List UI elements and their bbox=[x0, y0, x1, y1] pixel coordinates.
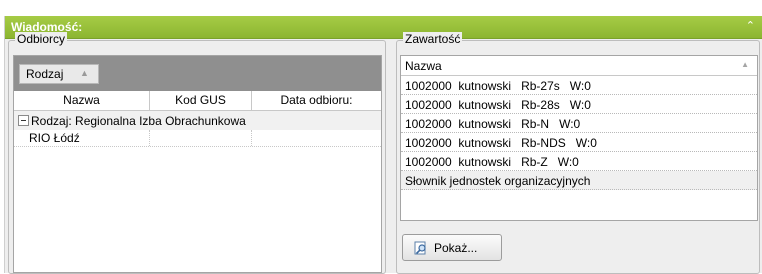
content-header[interactable]: Nazwa ▲ bbox=[401, 56, 757, 76]
list-item-label: 1002000 kutnowski Rb-N W:0 bbox=[405, 117, 581, 131]
col-header-kod-gus[interactable]: Kod GUS bbox=[150, 91, 252, 110]
col-header-data-odbioru[interactable]: Data odbioru: bbox=[252, 91, 381, 110]
col-header-nazwa: Nazwa bbox=[405, 59, 442, 73]
panel-titlebar[interactable]: Wiadomość: ⌃ bbox=[5, 16, 762, 39]
content-legend: Zawartość bbox=[403, 32, 463, 46]
content-grid: Nazwa ▲ 1002000 kutnowski Rb-27s W:0 100… bbox=[400, 55, 758, 221]
list-item-label: 1002000 kutnowski Rb-27s W:0 bbox=[405, 79, 591, 93]
col-header-nazwa[interactable]: Nazwa bbox=[14, 91, 150, 110]
group-chip-label: Rodzaj bbox=[26, 67, 64, 81]
sort-up-icon: ▲ bbox=[80, 68, 89, 78]
list-item[interactable]: 1002000 kutnowski Rb-Z W:0 bbox=[401, 152, 757, 171]
list-item[interactable]: 1002000 kutnowski Rb-28s W:0 bbox=[401, 95, 757, 114]
double-chevron-up-icon[interactable]: ⌃ bbox=[746, 19, 755, 32]
group-row[interactable]: Rodzaj: Regionalna Izba Obrachunkowa bbox=[14, 111, 381, 130]
table-row[interactable]: RIO Łódź bbox=[14, 130, 381, 147]
content-group: Zawartość Nazwa ▲ 1002000 kutnowski Rb-2… bbox=[396, 32, 760, 274]
group-by-area: Rodzaj ▲ bbox=[14, 56, 381, 91]
recipients-grid: Rodzaj ▲ Nazwa Kod GUS Data odbioru: Rod… bbox=[13, 55, 382, 273]
recipients-legend: Odbiorcy bbox=[15, 32, 68, 46]
show-button-label: Pokaż... bbox=[434, 241, 478, 255]
list-item[interactable]: Słownik jednostek organizacyjnych bbox=[401, 171, 757, 190]
list-item[interactable]: 1002000 kutnowski Rb-NDS W:0 bbox=[401, 133, 757, 152]
list-item[interactable]: 1002000 kutnowski Rb-27s W:0 bbox=[401, 76, 757, 95]
list-item-label: 1002000 kutnowski Rb-28s W:0 bbox=[405, 98, 591, 112]
cell-nazwa: RIO Łódź bbox=[14, 130, 150, 146]
cell-data-odbioru bbox=[252, 130, 381, 146]
collapse-minus-icon[interactable] bbox=[18, 115, 29, 126]
cell-kod-gus bbox=[150, 130, 252, 146]
sort-up-icon: ▲ bbox=[741, 60, 749, 69]
preview-magnifier-icon bbox=[414, 241, 426, 255]
group-chip-rodzaj[interactable]: Rodzaj ▲ bbox=[19, 64, 99, 84]
list-item-label: 1002000 kutnowski Rb-Z W:0 bbox=[405, 155, 579, 169]
list-item[interactable]: 1002000 kutnowski Rb-N W:0 bbox=[401, 114, 757, 133]
list-item-label: Słownik jednostek organizacyjnych bbox=[405, 174, 591, 188]
recipients-header: Nazwa Kod GUS Data odbioru: bbox=[14, 91, 381, 111]
show-button[interactable]: Pokaż... bbox=[402, 234, 502, 261]
group-row-label: Rodzaj: Regionalna Izba Obrachunkowa bbox=[31, 114, 246, 128]
recipients-group: Odbiorcy Rodzaj ▲ Nazwa Kod GUS Data odb… bbox=[8, 32, 386, 274]
list-item-label: 1002000 kutnowski Rb-NDS W:0 bbox=[405, 136, 597, 150]
